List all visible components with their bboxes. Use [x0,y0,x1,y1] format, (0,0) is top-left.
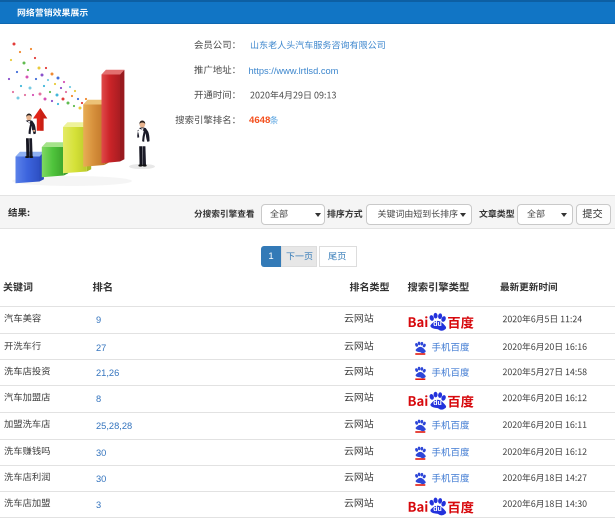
svg-text:du: du [433,321,442,328]
svg-text:du: du [433,400,442,407]
svg-text:du: du [433,506,442,513]
